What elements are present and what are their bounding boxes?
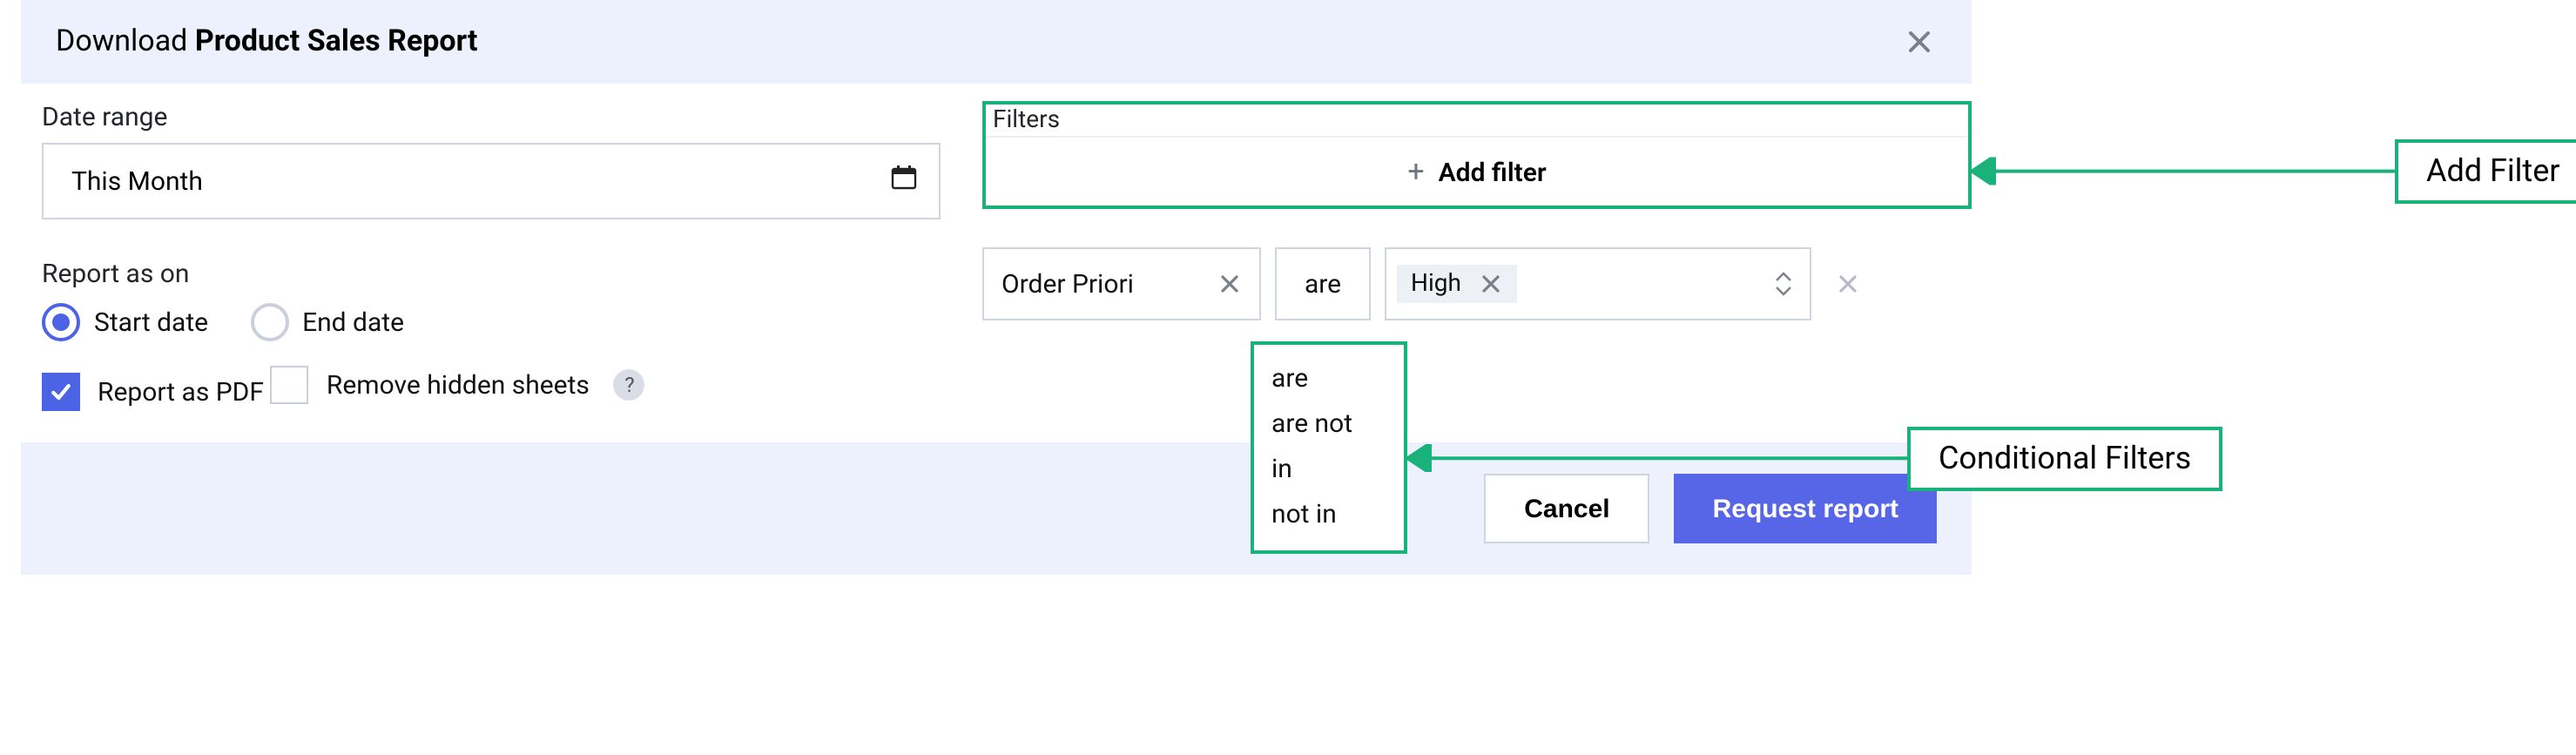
filter-value-select[interactable]: High	[1385, 247, 1811, 320]
remove-chip-icon[interactable]	[1479, 272, 1503, 296]
operator-option[interactable]: not in	[1271, 491, 1386, 536]
dialog-title-bold: Product Sales Report	[195, 24, 478, 59]
checkbox-icon	[271, 366, 309, 404]
close-icon[interactable]	[1902, 24, 1937, 59]
filters-label: Filters	[986, 104, 1968, 136]
plus-icon: +	[1407, 154, 1424, 189]
radio-end-date-label: End date	[302, 307, 404, 338]
filter-value-chip: High	[1397, 265, 1517, 303]
dialog-title-prefix: Download	[56, 24, 195, 59]
operator-dropdown: are are not in not in	[1251, 341, 1407, 554]
operator-option[interactable]: in	[1271, 446, 1386, 491]
add-filter-button[interactable]: + Add filter	[986, 136, 1968, 206]
operator-option[interactable]: are	[1271, 355, 1386, 401]
right-column: Filters + Add filter Order Priori are	[982, 101, 1972, 411]
radio-start-date-label: Start date	[94, 307, 208, 338]
dialog-body: Date range This Month Report as on Start…	[21, 84, 1972, 442]
annotation-conditional-filters: Conditional Filters	[1907, 427, 2222, 491]
date-range-input[interactable]: This Month	[42, 143, 941, 219]
dialog-title: Download Product Sales Report	[56, 24, 477, 59]
report-as-on-label: Report as on	[42, 258, 941, 289]
date-range-value: This Month	[71, 165, 203, 197]
cancel-button[interactable]: Cancel	[1484, 474, 1649, 543]
remove-filter-row-icon[interactable]	[1836, 272, 1860, 296]
filter-operator-value: are	[1305, 268, 1341, 300]
left-column: Date range This Month Report as on Start…	[42, 101, 982, 411]
dialog-header: Download Product Sales Report	[21, 0, 1972, 84]
report-as-on-group: Start date End date	[42, 303, 941, 341]
operator-option[interactable]: are not	[1271, 401, 1386, 446]
checkbox-report-pdf[interactable]: Report as PDF	[42, 373, 264, 411]
left-options: Report as on Start date End date	[42, 258, 941, 411]
filter-value-chip-label: High	[1411, 270, 1461, 298]
filter-row: Order Priori are High	[982, 247, 1972, 320]
checkbox-report-pdf-label: Report as PDF	[98, 376, 264, 408]
radio-icon	[42, 303, 80, 341]
radio-end-date[interactable]: End date	[250, 303, 404, 341]
date-range-label: Date range	[42, 101, 941, 132]
add-filter-label: Add filter	[1439, 156, 1547, 187]
download-report-dialog: Download Product Sales Report Date range…	[21, 0, 1972, 575]
calendar-icon	[890, 164, 918, 199]
filter-field-select[interactable]: Order Priori	[982, 247, 1261, 320]
radio-icon	[250, 303, 288, 341]
filters-section: Filters + Add filter	[982, 101, 1972, 209]
filter-field-value: Order Priori	[1001, 268, 1134, 300]
request-report-button[interactable]: Request report	[1675, 474, 1937, 543]
radio-start-date[interactable]: Start date	[42, 303, 208, 341]
checkbox-remove-hidden[interactable]: Remove hidden sheets ?	[271, 366, 645, 404]
checkbox-remove-hidden-label: Remove hidden sheets	[327, 369, 590, 401]
stepper-icon	[1775, 272, 1792, 296]
filter-operator-select[interactable]: are	[1275, 247, 1371, 320]
dialog-footer: Cancel Request report	[21, 442, 1972, 575]
help-icon[interactable]: ?	[614, 369, 645, 401]
clear-field-icon[interactable]	[1217, 272, 1242, 296]
annotation-add-filter: Add Filter	[2395, 140, 2576, 205]
checkbox-icon	[42, 373, 80, 411]
